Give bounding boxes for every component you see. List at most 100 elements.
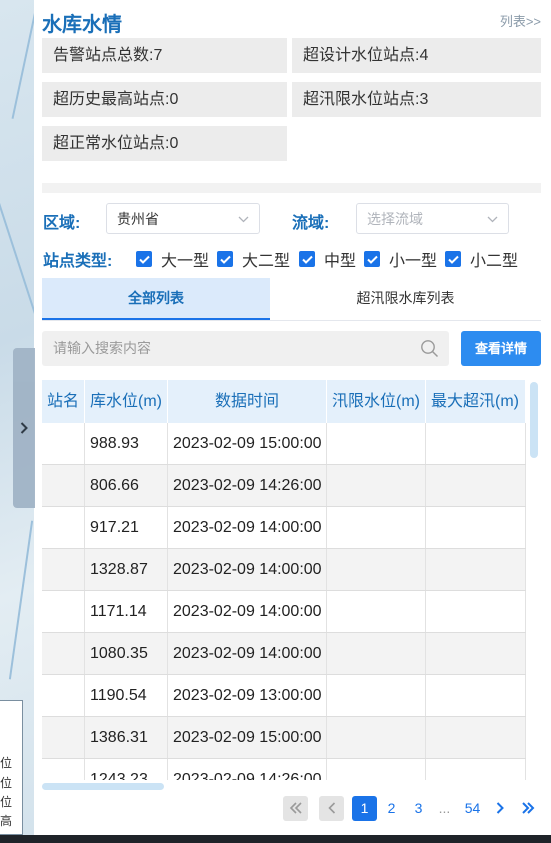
table-cell-time: 2023-02-09 14:26:00 (168, 759, 327, 780)
taskbar-strip (0, 835, 551, 843)
view-details-button[interactable]: 查看详情 (461, 331, 541, 366)
tab-over-flood-limit-list[interactable]: 超汛限水库列表 (270, 278, 541, 319)
checkbox-small-2[interactable]: 小二型 (445, 247, 518, 271)
last-page-button[interactable] (515, 796, 540, 821)
double-chevron-left-icon (289, 802, 302, 814)
table-cell-level: 1190.54 (85, 675, 168, 716)
checkbox-checked-icon (445, 251, 461, 267)
column-header-water-level[interactable]: 库水位(m) (85, 380, 168, 423)
stat-over-design: 超设计水位站点:4 (292, 38, 541, 73)
table-cell-limit (327, 633, 426, 674)
section-divider (42, 183, 541, 193)
table-cell-max (426, 717, 526, 758)
checkbox-checked-icon (299, 251, 315, 267)
table-cell-max (426, 759, 526, 780)
table-cell-level: 1171.14 (85, 591, 168, 632)
table-cell-name (42, 591, 85, 632)
reservoir-panel: 水库水情 列表>> 告警站点总数:7 超设计水位站点:4 超历史最高站点:0 超… (34, 0, 551, 843)
table-cell-limit (327, 717, 426, 758)
page-2-button[interactable]: 2 (379, 796, 404, 821)
table-row[interactable]: 1328.87 2023-02-09 14:00:00 (42, 549, 526, 591)
search-input[interactable]: 请输入搜索内容 (42, 331, 449, 366)
table-cell-time: 2023-02-09 15:00:00 (168, 423, 327, 464)
panel-collapse-toggle[interactable] (13, 348, 35, 508)
table-row[interactable]: 1080.35 2023-02-09 14:00:00 (42, 633, 526, 675)
chevron-down-icon (238, 216, 249, 223)
table-row[interactable]: 988.93 2023-02-09 15:00:00 (42, 423, 526, 465)
table-cell-time: 2023-02-09 13:00:00 (168, 675, 327, 716)
column-header-station[interactable]: 站名 (42, 380, 85, 423)
table-cell-max (426, 423, 526, 464)
table-cell-time: 2023-02-09 14:00:00 (168, 591, 327, 632)
double-chevron-right-icon (521, 802, 534, 814)
panel-title: 水库水情 (42, 14, 122, 36)
table-row[interactable]: 1386.31 2023-02-09 15:00:00 (42, 717, 526, 759)
checkbox-small-1[interactable]: 小一型 (364, 247, 437, 271)
table-row[interactable]: 1243.23 2023-02-09 14:26:00 (42, 759, 526, 780)
stat-over-flood-limit: 超汛限水位站点:3 (292, 82, 541, 117)
page-1-button[interactable]: 1 (352, 796, 377, 821)
first-page-button[interactable] (283, 796, 308, 821)
table-cell-level: 988.93 (85, 423, 168, 464)
table-cell-limit (327, 507, 426, 548)
basin-select[interactable]: 选择流域 (356, 203, 509, 234)
table-row[interactable]: 806.66 2023-02-09 14:26:00 (42, 465, 526, 507)
table-cell-level: 917.21 (85, 507, 168, 548)
checkbox-medium[interactable]: 中型 (299, 247, 356, 271)
table-cell-time: 2023-02-09 14:00:00 (168, 507, 327, 548)
table-cell-level: 1243.23 (85, 759, 168, 780)
table-row[interactable]: 1171.14 2023-02-09 14:00:00 (42, 591, 526, 633)
region-select-value: 贵州省 (117, 211, 159, 227)
table-header: 站名 库水位(m) 数据时间 汛限水位(m) 最大超汛(m) (42, 380, 526, 423)
region-label: 区域: (43, 215, 81, 232)
checkbox-large-1[interactable]: 大一型 (136, 247, 209, 271)
map-legend-item: 位 (0, 795, 13, 809)
table-cell-level: 1386.31 (85, 717, 168, 758)
horizontal-scrollbar[interactable] (42, 783, 164, 790)
scrollbar-thumb[interactable] (530, 382, 538, 458)
table-cell-max (426, 549, 526, 590)
prev-page-button[interactable] (319, 796, 344, 821)
page-3-button[interactable]: 3 (406, 796, 431, 821)
table-cell-name (42, 423, 85, 464)
chevron-right-icon (20, 422, 28, 434)
table-row[interactable]: 917.21 2023-02-09 14:00:00 (42, 507, 526, 549)
tab-all-list[interactable]: 全部列表 (42, 278, 270, 320)
last-page-number-button[interactable]: 54 (460, 796, 485, 821)
column-header-flood-limit[interactable]: 汛限水位(m) (327, 380, 426, 423)
table-cell-level: 806.66 (85, 465, 168, 506)
table-cell-time: 2023-02-09 14:00:00 (168, 633, 327, 674)
chevron-down-icon (487, 216, 498, 223)
table-cell-max (426, 633, 526, 674)
next-page-button[interactable] (487, 796, 512, 821)
list-tabs: 全部列表 超汛限水库列表 (42, 278, 541, 321)
region-select[interactable]: 贵州省 (106, 203, 260, 234)
stat-over-normal: 超正常水位站点:0 (42, 126, 287, 161)
table-cell-limit (327, 549, 426, 590)
reservoir-table: 站名 库水位(m) 数据时间 汛限水位(m) 最大超汛(m) 988.93 202… (42, 380, 526, 780)
vertical-scrollbar[interactable] (527, 380, 539, 780)
checkbox-large-2[interactable]: 大二型 (217, 247, 290, 271)
map-legend: 位 位 位 高 (0, 700, 23, 835)
table-cell-max (426, 591, 526, 632)
map-legend-item: 位 (0, 776, 13, 790)
checkbox-label: 大二型 (242, 253, 291, 270)
table-cell-limit (327, 465, 426, 506)
checkbox-label: 小二型 (470, 253, 519, 270)
table-cell-limit (327, 759, 426, 780)
checkbox-checked-icon (136, 251, 152, 267)
list-link[interactable]: 列表>> (500, 11, 541, 30)
column-header-data-time[interactable]: 数据时间 (168, 380, 327, 423)
search-icon[interactable] (420, 339, 439, 358)
checkbox-checked-icon (364, 251, 380, 267)
column-header-max-over[interactable]: 最大超汛(m) (426, 380, 526, 423)
table-cell-time: 2023-02-09 14:00:00 (168, 549, 327, 590)
table-row[interactable]: 1190.54 2023-02-09 13:00:00 (42, 675, 526, 717)
table-cell-name (42, 633, 85, 674)
chevron-right-icon (496, 802, 504, 814)
table-cell-name (42, 549, 85, 590)
table-cell-time: 2023-02-09 14:26:00 (168, 465, 327, 506)
search-placeholder: 请输入搜索内容 (53, 340, 151, 356)
stat-alert-total: 告警站点总数:7 (42, 38, 287, 73)
table-cell-max (426, 507, 526, 548)
